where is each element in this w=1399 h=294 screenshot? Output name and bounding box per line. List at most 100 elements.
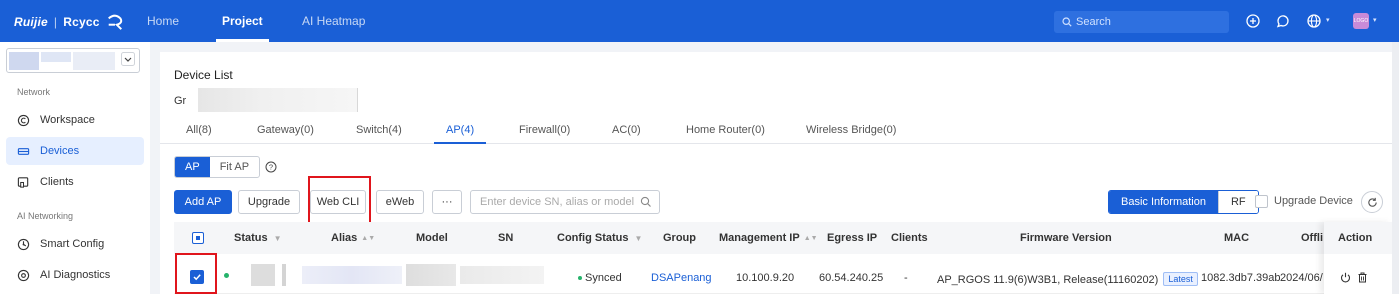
tab-home-router[interactable]: Home Router(0): [686, 124, 765, 136]
redacted-block: [9, 52, 39, 70]
brand-logo[interactable]: Ruijie | Rcycc: [14, 13, 124, 31]
tab-firewall[interactable]: Firewall(0): [519, 124, 570, 136]
user-avatar[interactable]: LOGO: [1353, 13, 1369, 29]
view-basic-information-button[interactable]: Basic Information: [1109, 191, 1218, 213]
sort-icon[interactable]: ▲▼: [804, 235, 818, 242]
mode-fit-ap-option[interactable]: Fit AP: [210, 157, 259, 177]
avatar-caret-icon[interactable]: ▾: [1373, 16, 1377, 24]
devices-icon: [17, 147, 30, 155]
action-column: Action: [1324, 222, 1392, 294]
column-model: Model: [416, 232, 448, 244]
select-all-checkbox[interactable]: [192, 232, 204, 244]
column-sn: SN: [498, 232, 514, 244]
model-redacted: [406, 264, 456, 286]
sidebar-item-workspace[interactable]: Workspace: [0, 106, 150, 134]
ai-diagnostics-icon: [17, 269, 30, 281]
table-header: Status ▼ Alias ▲▼ Model SN Config Status ▼ …: [174, 222, 1392, 254]
management-ip-value: 10.100.9.20: [736, 272, 795, 284]
group-selector-redacted[interactable]: [198, 88, 358, 112]
device-list-panel: Device List Gr All(8) Gateway(0) Switch(…: [160, 52, 1392, 294]
egress-ip-value: 60.54.240.25: [819, 272, 884, 284]
help-icon[interactable]: ?: [265, 161, 277, 173]
language-caret-icon[interactable]: ▾: [1326, 16, 1330, 24]
refresh-button[interactable]: [1361, 191, 1383, 213]
alias-redacted: [302, 266, 402, 284]
global-search-input[interactable]: Search: [1054, 11, 1229, 33]
column-status[interactable]: Status ▼: [234, 232, 282, 244]
group-label: Gr: [174, 95, 187, 107]
synced-status-dot: [578, 276, 582, 280]
device-search-placeholder: Enter device SN, alias or model: [480, 196, 635, 208]
redacted-block: [41, 52, 71, 62]
more-button[interactable]: ···: [432, 190, 462, 214]
device-search-input[interactable]: Enter device SN, alias or model: [470, 190, 660, 214]
logo-text: Ruijie: [14, 15, 48, 29]
workspace-icon: [17, 114, 30, 126]
reboot-icon[interactable]: [1340, 272, 1351, 283]
refresh-icon: [1368, 197, 1377, 207]
clients-icon: [17, 176, 29, 188]
upgrade-device-checkbox[interactable]: [1255, 195, 1268, 208]
upgrade-device-label: Upgrade Device: [1274, 195, 1353, 207]
table-row[interactable]: Synced DSAPenang 10.100.9.20 60.54.240.2…: [174, 254, 1392, 294]
project-select[interactable]: [6, 48, 140, 73]
nav-home[interactable]: Home: [147, 0, 179, 42]
column-egress-ip: Egress IP: [827, 232, 878, 244]
sidebar-item-label: Workspace: [40, 114, 95, 126]
sidebar-item-label: AI Diagnostics: [40, 269, 111, 281]
nav-ai-heatmap[interactable]: AI Heatmap: [302, 0, 365, 42]
tab-switch[interactable]: Switch(4): [356, 124, 402, 136]
mode-ap-option[interactable]: AP: [175, 157, 210, 177]
sidebar: Network Workspace Devices Clients AI Net…: [0, 42, 150, 294]
sidebar-item-clients[interactable]: Clients: [0, 168, 150, 196]
online-status-dot: [224, 273, 229, 278]
column-offline: Offli: [1301, 232, 1323, 244]
upgrade-button[interactable]: Upgrade: [238, 190, 300, 214]
tab-all[interactable]: All(8): [186, 124, 212, 136]
column-management-ip[interactable]: Management IP ▲▼: [719, 232, 818, 244]
group-link[interactable]: DSAPenang: [651, 272, 712, 284]
redacted-block: [282, 264, 286, 286]
clients-value: -: [904, 272, 908, 284]
filter-icon[interactable]: ▼: [635, 234, 643, 243]
top-navigation-bar: Ruijie | Rcycc Home Project AI Heatmap S…: [0, 0, 1399, 42]
view-rf-button[interactable]: RF: [1217, 191, 1258, 213]
nav-project[interactable]: Project: [216, 0, 269, 42]
device-type-tabs: All(8) Gateway(0) Switch(4) AP(4) Firewa…: [160, 118, 1392, 144]
tab-wireless-bridge[interactable]: Wireless Bridge(0): [806, 124, 896, 136]
chat-icon[interactable]: [1274, 12, 1292, 30]
sidebar-item-label: Devices: [40, 145, 80, 157]
sidebar-item-label: Clients: [40, 176, 74, 188]
tab-ap[interactable]: AP(4): [433, 124, 487, 144]
sidebar-section-ai-networking: AI Networking: [17, 211, 74, 221]
latest-badge: Latest: [1163, 272, 1198, 286]
search-icon: [1062, 17, 1072, 27]
view-toggle: Basic Information RF: [1108, 190, 1259, 214]
search-icon: [640, 196, 651, 207]
sidebar-item-devices[interactable]: Devices: [6, 137, 144, 165]
sidebar-item-label: Smart Config: [40, 238, 105, 250]
sidebar-item-smart-config[interactable]: Smart Config: [0, 230, 150, 258]
column-firmware-version: Firmware Version: [1020, 232, 1112, 244]
tab-ac[interactable]: AC(0): [612, 124, 641, 136]
eweb-button[interactable]: eWeb: [376, 190, 424, 214]
column-group: Group: [663, 232, 696, 244]
column-alias[interactable]: Alias ▲▼: [331, 232, 375, 244]
globe-icon[interactable]: [1305, 12, 1323, 30]
filter-icon[interactable]: ▼: [274, 234, 282, 243]
offline-value: 2024/06/: [1280, 272, 1323, 284]
sort-icon[interactable]: ▲▼: [361, 235, 375, 242]
config-status-value: Synced: [585, 272, 622, 284]
tab-gateway[interactable]: Gateway(0): [257, 124, 314, 136]
firmware-version-value: AP_RGOS 11.9(6)W3B1, Release(11160202) La…: [937, 272, 1198, 286]
add-ap-button[interactable]: Add AP: [174, 190, 232, 214]
ap-mode-toggle: AP Fit AP: [174, 156, 261, 178]
column-config-status[interactable]: Config Status ▼: [557, 232, 642, 244]
page-scrollbar[interactable]: [1392, 42, 1399, 294]
logo-subtext: Rcycc: [63, 15, 100, 29]
add-circle-icon[interactable]: [1244, 12, 1262, 30]
sidebar-item-ai-diagnostics[interactable]: AI Diagnostics: [0, 261, 150, 289]
column-action: Action: [1324, 222, 1392, 254]
delete-icon[interactable]: [1357, 272, 1368, 283]
device-image-redacted: [251, 264, 275, 286]
